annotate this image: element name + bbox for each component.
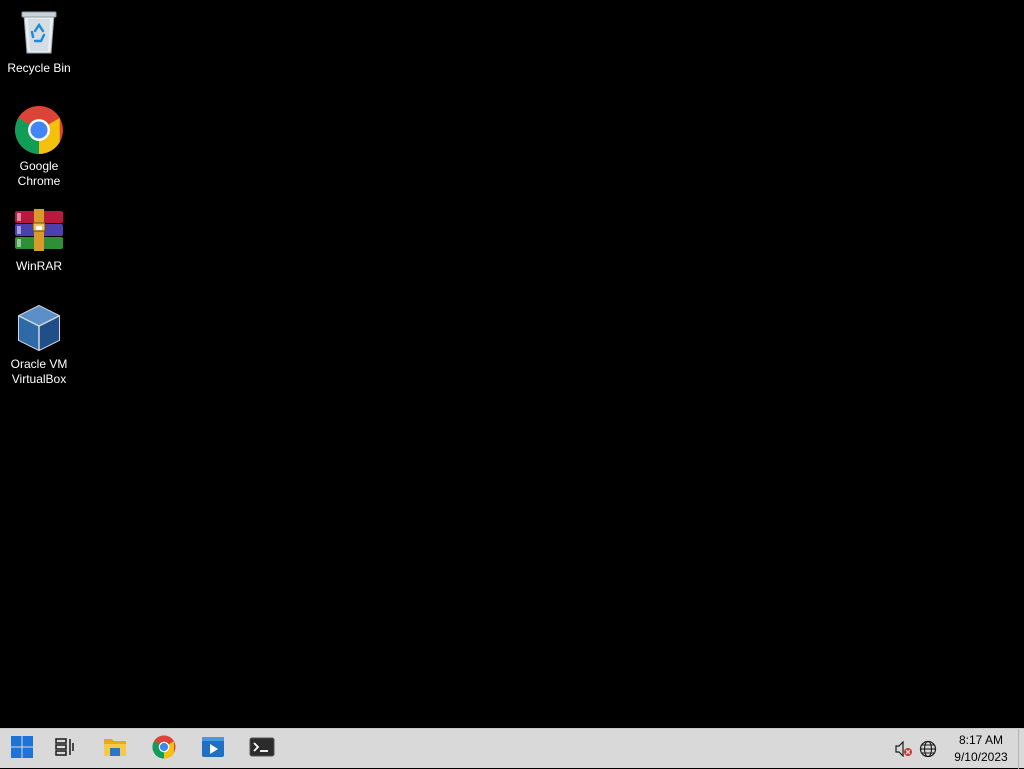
taskbar-clock[interactable]: 8:17 AM 9/10/2023 (944, 729, 1018, 769)
desktop-icon-label: Recycle Bin (7, 61, 71, 75)
terminal-icon (249, 737, 275, 762)
desktop-icon-label: Google Chrome (17, 159, 61, 188)
desktop-icon-winrar[interactable]: WinRAR (2, 204, 76, 274)
desktop-icon-label: Oracle VM VirtualBox (10, 357, 68, 386)
show-desktop-button[interactable] (1018, 729, 1024, 769)
recycle-bin-icon (13, 6, 65, 58)
taskbar: 8:17 AM 9/10/2023 (0, 728, 1024, 769)
desktop-icon-oracle-vm-virtualbox[interactable]: Oracle VM VirtualBox (2, 302, 76, 387)
taskbar-terminal[interactable] (240, 729, 284, 769)
taskbar-media-app[interactable] (191, 729, 235, 769)
chrome-icon (13, 104, 65, 156)
globe-network-icon[interactable] (916, 729, 940, 769)
desktop[interactable]: Recycle Bin Google Chrome WinRAR Oracle … (0, 0, 1024, 728)
desktop-icon-label: WinRAR (15, 259, 62, 273)
virtualbox-icon (13, 302, 65, 354)
task-view-button[interactable] (43, 729, 87, 769)
task-view-icon (55, 737, 75, 761)
start-windows-icon (10, 735, 34, 764)
desktop-icon-recycle-bin[interactable]: Recycle Bin (2, 6, 76, 76)
start-button[interactable] (0, 729, 44, 769)
clock-date: 9/10/2023 (954, 750, 1008, 764)
chrome-icon (152, 735, 176, 764)
system-tray: 8:17 AM 9/10/2023 (892, 729, 1024, 769)
media-app-icon (201, 736, 225, 763)
desktop-icon-google-chrome[interactable]: Google Chrome (2, 104, 76, 189)
winrar-icon (13, 204, 65, 256)
volume-muted-icon[interactable] (892, 729, 916, 769)
taskbar-chrome[interactable] (142, 729, 186, 769)
taskbar-file-explorer[interactable] (93, 729, 137, 769)
clock-time: 8:17 AM (958, 733, 1004, 747)
file-explorer-icon (103, 736, 127, 763)
